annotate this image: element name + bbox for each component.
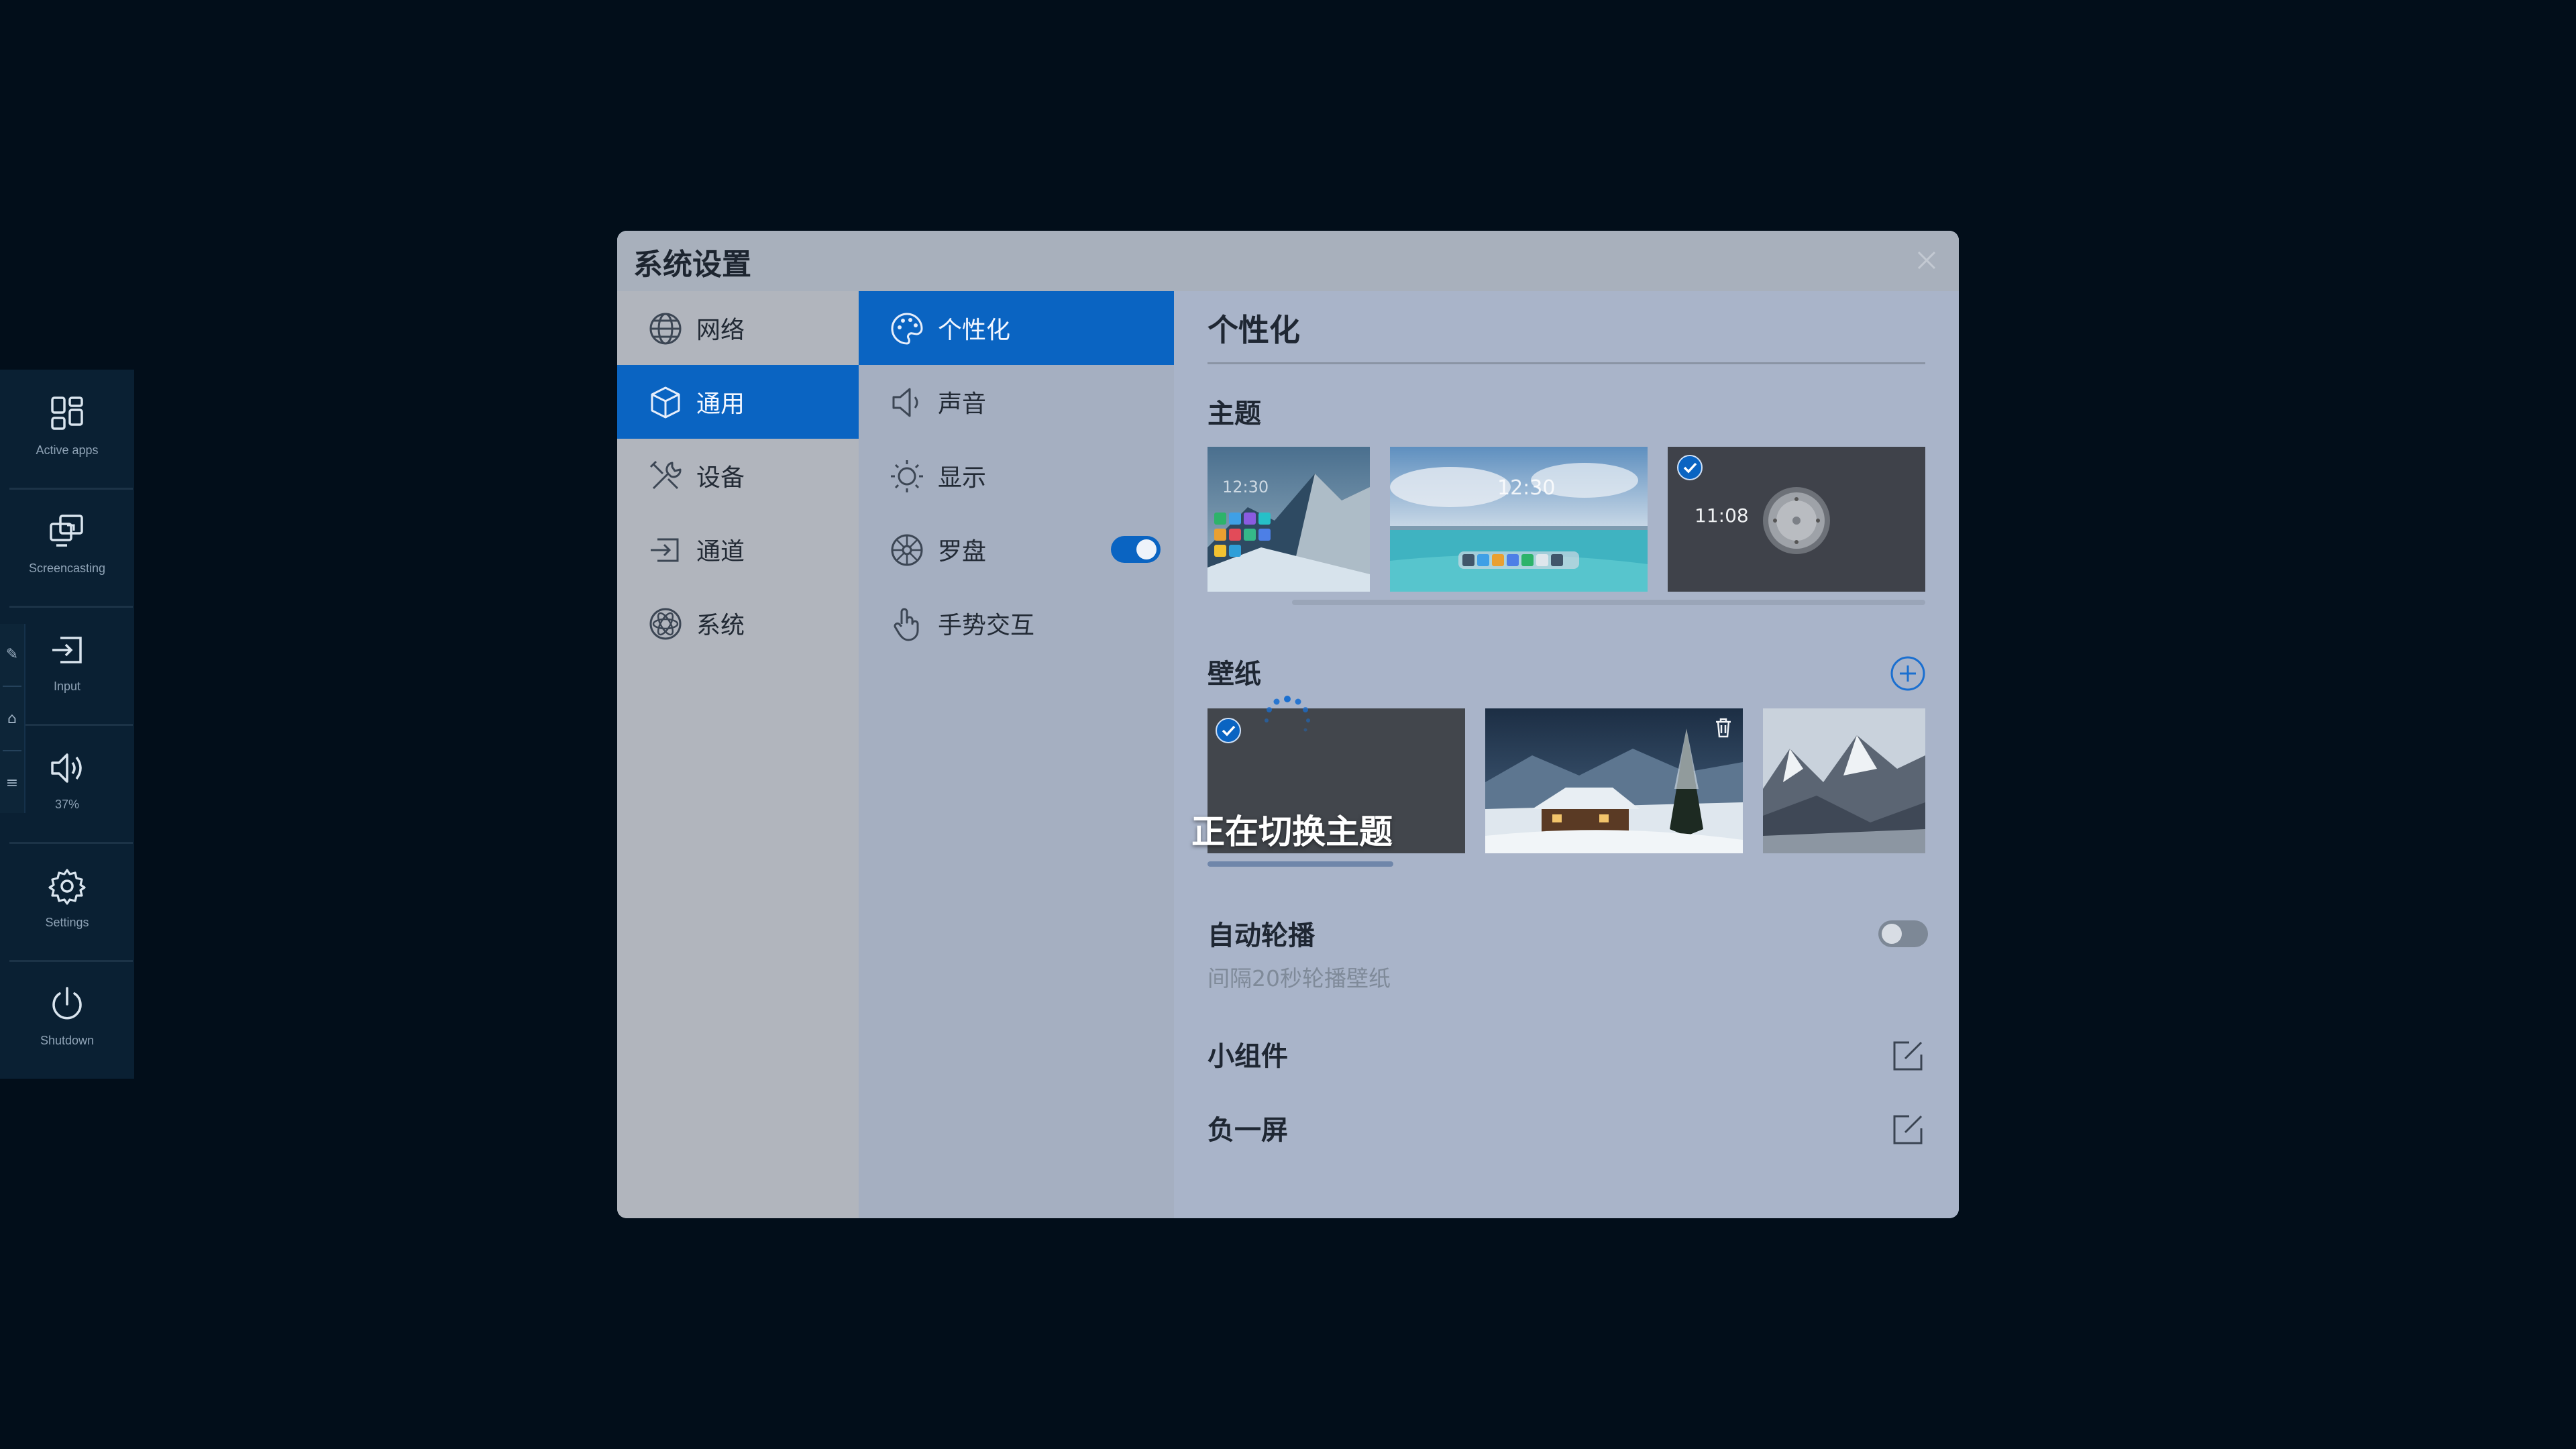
nav-item-label: 显示 [938, 464, 987, 492]
nav-item-label: 个性化 [938, 317, 1011, 344]
divider [1208, 362, 1925, 364]
nav-item-label: 设备 [696, 464, 745, 492]
wallpaper-preview-image [1485, 708, 1743, 853]
nav-item-channel[interactable]: 通道 [617, 513, 859, 586]
nav-item-personalization[interactable]: 个性化 [859, 291, 1174, 365]
personalization-panel: 个性化 主题 12:30 12:30 11:08 壁纸 自动轮播 间隔20秒轮播… [1174, 291, 1959, 1218]
dock-label: Input [53, 680, 81, 693]
compass-icon [891, 534, 923, 566]
palette-icon [891, 313, 923, 345]
nav-item-network[interactable]: 网络 [617, 291, 859, 365]
nav-item-compass[interactable]: 罗盘 [859, 513, 1174, 586]
auto-rotate-toggle[interactable] [1878, 920, 1928, 947]
wallpaper-thumbnail-snow-cabin[interactable] [1485, 708, 1743, 853]
minus-one-screen-label: 负一屏 [1208, 1115, 1288, 1146]
atom-icon [649, 608, 682, 640]
apps-grid-icon [51, 396, 83, 430]
divider [3, 686, 21, 687]
nav-item-label: 系统 [696, 612, 745, 639]
theme-thumbnail-dark-dial[interactable]: 11:08 [1668, 447, 1925, 592]
dock-active-apps-button[interactable]: Active apps [0, 370, 134, 488]
selected-check [1216, 718, 1241, 743]
theme-clock: 12:30 [1222, 478, 1269, 496]
wallpaper-section-title: 壁纸 [1208, 659, 1261, 690]
nav-item-system[interactable]: 系统 [617, 586, 859, 660]
volume-icon [51, 753, 82, 783]
nav-item-label: 通用 [696, 390, 745, 418]
dock-label: Screencasting [28, 561, 106, 575]
theme-thumbnail-beach[interactable]: 12:30 [1390, 447, 1648, 592]
nav-item-label: 罗盘 [938, 538, 987, 566]
checkmark-icon [1222, 725, 1236, 737]
toggle-knob [1136, 539, 1157, 559]
nav-item-general[interactable]: 通用 [617, 365, 859, 439]
hand-icon [894, 608, 919, 641]
menu-button[interactable]: ≡ [0, 753, 24, 813]
cube-icon [651, 386, 680, 419]
theme-section-title: 主题 [1208, 398, 1261, 429]
tools-icon [649, 460, 682, 490]
widgets-label: 小组件 [1208, 1041, 1288, 1072]
dock-label: Shutdown [40, 1034, 95, 1047]
dock-label: Active apps [36, 443, 99, 457]
channel-icon [651, 538, 679, 562]
dock-settings-button[interactable]: Settings [0, 842, 134, 960]
add-wallpaper-icon[interactable] [1889, 655, 1927, 692]
compass-toggle[interactable] [1111, 536, 1161, 563]
auto-rotate-note: 间隔20秒轮播壁纸 [1208, 965, 1391, 991]
input-source-icon [52, 637, 82, 663]
nav-item-device[interactable]: 设备 [617, 439, 859, 513]
nav-item-label: 网络 [696, 317, 745, 344]
globe-icon [649, 313, 682, 345]
wallpaper-thumbnail-mountains[interactable] [1763, 708, 1925, 853]
auto-rotate-label: 自动轮播 [1208, 920, 1315, 951]
pen-tool-button[interactable]: ✎ [0, 624, 24, 684]
primary-nav: 网络 通用 设备 通道 系统 [617, 291, 859, 1218]
nav-item-display[interactable]: 显示 [859, 439, 1174, 513]
theme-clock: 11:08 [1695, 504, 1749, 527]
speaker-icon [892, 388, 918, 417]
power-icon [52, 987, 82, 1020]
theme-scrollbar[interactable] [1292, 600, 1925, 605]
home-button[interactable]: ⌂ [0, 688, 24, 749]
sun-icon [891, 460, 923, 492]
loading-spinner-icon [1265, 696, 1310, 732]
panel-title: 个性化 [1208, 312, 1300, 348]
theme-clock: 12:30 [1497, 476, 1556, 500]
checkmark-icon [1683, 462, 1697, 474]
gear-icon [48, 869, 86, 905]
switching-theme-status: 正在切换主题 [1191, 812, 1393, 851]
wallpaper-preview-image [1763, 708, 1925, 853]
volume-level-label: 37% [54, 798, 80, 811]
nav-item-label: 声音 [938, 390, 987, 418]
selected-check [1677, 455, 1703, 480]
trash-icon[interactable] [1713, 716, 1733, 739]
close-icon[interactable] [1913, 247, 1940, 274]
secondary-nav: 个性化 声音 显示 罗盘 手势交互 [859, 291, 1174, 1218]
dialog-titlebar: 系统设置 [617, 231, 1959, 291]
dialog-title: 系统设置 [633, 248, 751, 282]
toggle-knob [1882, 924, 1902, 944]
nav-item-sound[interactable]: 声音 [859, 365, 1174, 439]
dock-edge-tools: ✎ ⌂ ≡ [0, 624, 25, 813]
theme-thumbnail-mountain[interactable]: 12:30 [1208, 447, 1370, 592]
divider [3, 750, 21, 751]
edit-widgets-icon[interactable] [1892, 1038, 1925, 1072]
edit-minus-one-screen-icon[interactable] [1892, 1112, 1925, 1146]
theme-preview-image [1390, 447, 1648, 592]
screencast-icon [50, 515, 83, 547]
wallpaper-scrollbar[interactable] [1208, 861, 1393, 867]
theme-preview-image [1208, 447, 1370, 592]
dock-screencasting-button[interactable]: Screencasting [0, 488, 134, 606]
nav-item-gesture[interactable]: 手势交互 [859, 586, 1174, 660]
dock-label: Settings [45, 916, 89, 929]
nav-item-label: 手势交互 [938, 612, 1035, 639]
dock-shutdown-button[interactable]: Shutdown [0, 960, 134, 1078]
nav-item-label: 通道 [696, 538, 745, 566]
